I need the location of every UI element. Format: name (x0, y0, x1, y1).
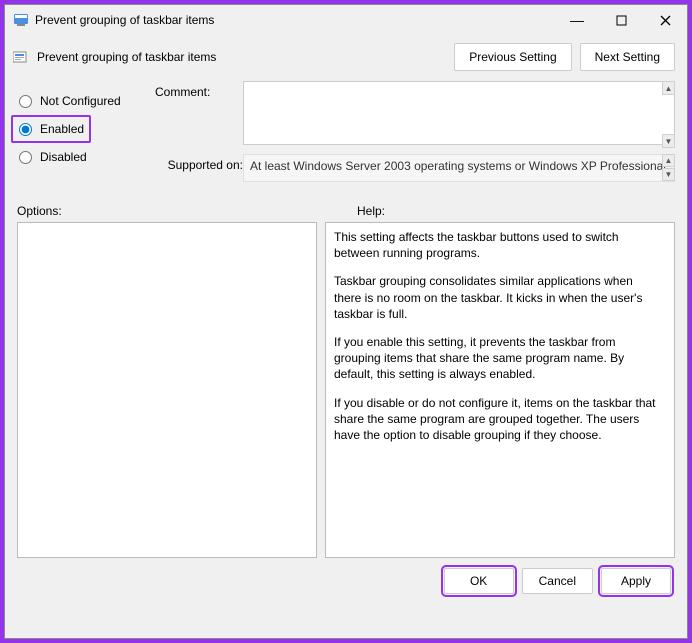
supported-scroll-up-icon[interactable]: ▲ (662, 154, 675, 167)
radio-not-configured-label: Not Configured (40, 94, 121, 108)
ok-button[interactable]: OK (444, 568, 514, 594)
comment-label: Comment: (155, 81, 243, 99)
radio-disabled[interactable]: Disabled (15, 143, 155, 171)
fields-column: Comment: ▲ ▼ Supported on: At least Wind… (155, 81, 675, 188)
state-radio-group: Not Configured Enabled Disabled (15, 81, 155, 188)
next-setting-button[interactable]: Next Setting (580, 43, 675, 71)
supported-wrap: At least Windows Server 2003 operating s… (243, 154, 675, 182)
help-paragraph: This setting affects the taskbar buttons… (334, 229, 656, 261)
radio-not-configured-input[interactable] (19, 95, 32, 108)
section-labels: Options: Help: (5, 192, 687, 222)
help-paragraph: If you enable this setting, it prevents … (334, 334, 656, 383)
maximize-button[interactable] (599, 6, 643, 34)
previous-setting-button[interactable]: Previous Setting (454, 43, 571, 71)
dialog-window: Prevent grouping of taskbar items — Prev… (4, 4, 688, 639)
help-scroll-down-icon[interactable]: ▼ (674, 543, 675, 557)
apply-button[interactable]: Apply (601, 568, 671, 594)
comment-scroll-down-icon[interactable]: ▼ (662, 134, 675, 148)
policy-name: Prevent grouping of taskbar items (37, 50, 446, 64)
policy-icon (13, 12, 29, 28)
help-scroll-up-icon[interactable]: ▲ (674, 223, 675, 237)
close-button[interactable] (643, 6, 687, 34)
help-pane: This setting affects the taskbar buttons… (325, 222, 675, 558)
supported-scroll-down-icon[interactable]: ▼ (662, 168, 675, 181)
radio-not-configured[interactable]: Not Configured (15, 87, 155, 115)
radio-enabled-input[interactable] (19, 123, 32, 136)
help-label: Help: (357, 204, 385, 218)
titlebar: Prevent grouping of taskbar items — (5, 5, 687, 35)
window-title: Prevent grouping of taskbar items (35, 13, 555, 27)
radio-enabled[interactable]: Enabled (11, 115, 91, 143)
footer: OK Cancel Apply (5, 558, 687, 604)
radio-disabled-input[interactable] (19, 151, 32, 164)
help-paragraph: If you disable or do not configure it, i… (334, 395, 656, 444)
help-paragraph: Taskbar grouping consolidates similar ap… (334, 273, 656, 322)
radio-disabled-label: Disabled (40, 150, 87, 164)
policy-item-icon (13, 49, 29, 65)
cancel-button[interactable]: Cancel (522, 568, 593, 594)
header: Prevent grouping of taskbar items Previo… (5, 35, 687, 77)
panes: This setting affects the taskbar buttons… (5, 222, 687, 558)
config-area: Not Configured Enabled Disabled Comment:… (5, 77, 687, 192)
supported-value: At least Windows Server 2003 operating s… (243, 154, 675, 182)
options-label: Options: (17, 204, 357, 218)
comment-wrap: ▲ ▼ (243, 81, 675, 148)
comment-input[interactable] (243, 81, 675, 145)
comment-scroll-up-icon[interactable]: ▲ (662, 81, 675, 95)
minimize-button[interactable]: — (555, 6, 599, 34)
options-pane (17, 222, 317, 558)
supported-label: Supported on: (155, 154, 243, 172)
supported-row: Supported on: At least Windows Server 20… (155, 154, 675, 182)
comment-row: Comment: ▲ ▼ (155, 81, 675, 148)
radio-enabled-label: Enabled (40, 122, 84, 136)
